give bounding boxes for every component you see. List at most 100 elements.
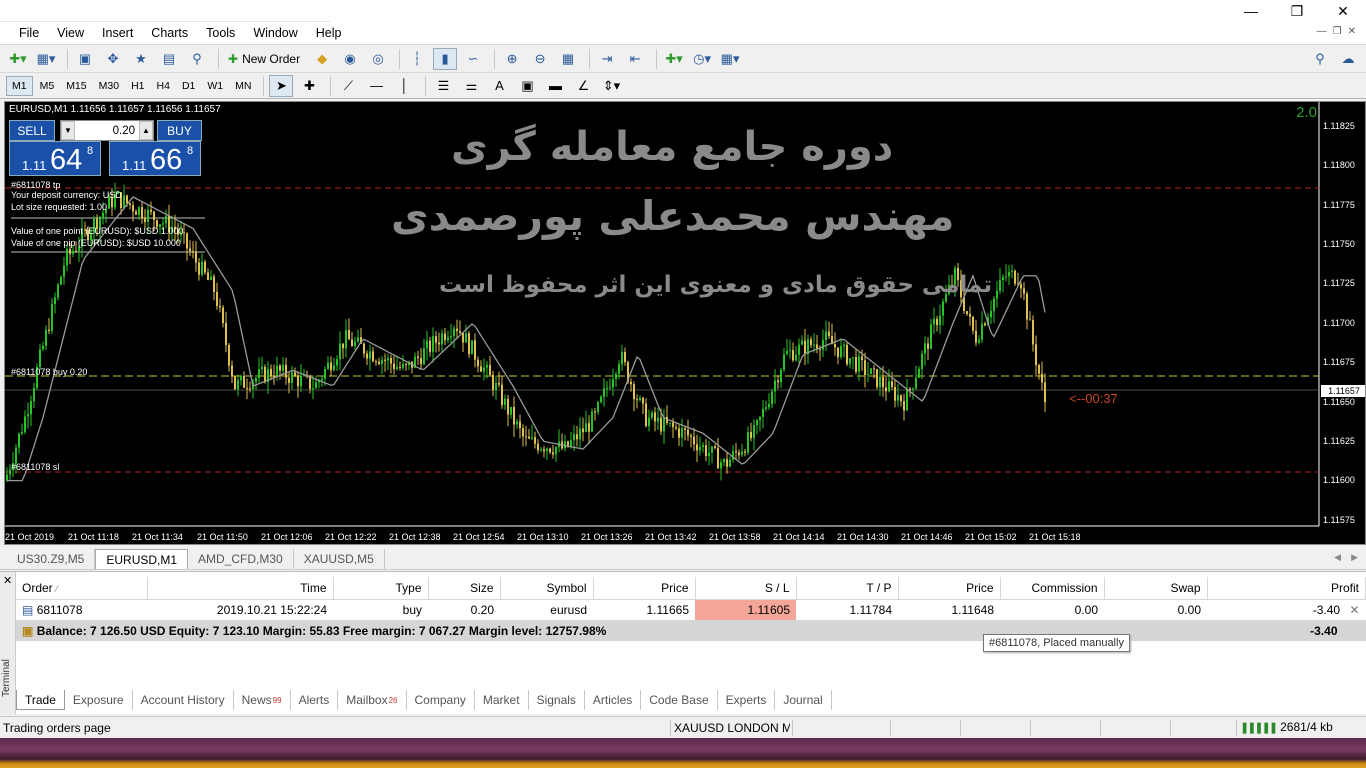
tab-market[interactable]: Market: [475, 690, 529, 710]
indicators-icon[interactable]: ✚▾: [662, 48, 686, 70]
scroll-left-icon[interactable]: ◀: [1334, 552, 1341, 563]
col-sl[interactable]: S / L: [695, 577, 797, 600]
fibonacci-icon[interactable]: ⚌: [459, 75, 483, 97]
tab-mailbox[interactable]: Mailbox 26: [338, 690, 407, 710]
menu-window[interactable]: Window: [244, 24, 306, 42]
sell-button[interactable]: SELL: [9, 120, 55, 141]
new-chart-icon[interactable]: ✚▾: [6, 48, 30, 70]
close-order-icon[interactable]: ✕: [1349, 603, 1359, 617]
cursor-icon[interactable]: ➤: [269, 74, 294, 97]
volume-up-icon[interactable]: ▲: [139, 121, 153, 140]
connection-status[interactable]: ❚❚❚❚❚ 2681/4 kb: [1240, 720, 1333, 734]
col-type[interactable]: Type: [333, 577, 429, 600]
bar-chart-icon[interactable]: ┆: [405, 48, 429, 70]
col-price[interactable]: Price: [593, 577, 696, 600]
timeframe-m30[interactable]: M30: [94, 76, 124, 96]
search-icon[interactable]: ⚲: [1308, 48, 1332, 70]
timeframe-d1[interactable]: D1: [177, 76, 200, 96]
col-commission[interactable]: Commission: [1000, 577, 1105, 600]
zoom-out-icon[interactable]: ⊖: [528, 48, 552, 70]
candlestick-icon[interactable]: ▮: [433, 47, 458, 70]
terminal-icon[interactable]: ▤: [157, 48, 181, 70]
tab-exposure[interactable]: Exposure: [65, 690, 133, 710]
col-size[interactable]: Size: [428, 577, 501, 600]
autotrading-icon[interactable]: ◉: [338, 48, 362, 70]
col-order[interactable]: Order ⁄: [16, 577, 148, 600]
data-window-icon[interactable]: ✥: [101, 48, 125, 70]
col-swap[interactable]: Swap: [1104, 577, 1208, 600]
timeframe-m15[interactable]: M15: [61, 76, 91, 96]
auto-scroll-icon[interactable]: ⇥: [595, 48, 619, 70]
menu-file[interactable]: File: [10, 24, 48, 42]
chart-shift-icon[interactable]: ⇤: [623, 48, 647, 70]
timeframe-h1[interactable]: H1: [126, 76, 149, 96]
mdi-close-icon[interactable]: ✕: [1348, 26, 1356, 37]
bid-price[interactable]: 1.11 64 8: [9, 141, 101, 176]
chart-tab-us30[interactable]: US30.Z9,M5: [7, 549, 96, 569]
crosshair-icon[interactable]: ✚: [297, 75, 321, 97]
timeframe-h4[interactable]: H4: [152, 76, 175, 96]
tab-articles[interactable]: Articles: [585, 690, 642, 710]
ask-price[interactable]: 1.11 66 8: [109, 141, 201, 176]
col-profit[interactable]: Profit: [1207, 577, 1366, 600]
trendline-icon[interactable]: ⟋: [336, 75, 360, 97]
tile-windows-icon[interactable]: ▦: [556, 48, 580, 70]
close-terminal-icon[interactable]: ✕: [3, 574, 12, 587]
col-symbol[interactable]: Symbol: [500, 577, 594, 600]
tab-news[interactable]: News 99: [234, 690, 291, 710]
tab-code-base[interactable]: Code Base: [641, 690, 718, 710]
tab-signals[interactable]: Signals: [529, 690, 585, 710]
meta-editor-icon[interactable]: ◆: [310, 48, 334, 70]
tp-cell[interactable]: 1.11784: [796, 599, 898, 620]
menu-view[interactable]: View: [48, 24, 93, 42]
tab-account-history[interactable]: Account History: [133, 690, 234, 710]
chart-tab-amd[interactable]: AMD_CFD,M30: [188, 549, 294, 569]
minimize-icon[interactable]: —: [1228, 0, 1274, 22]
tab-trade[interactable]: Trade: [16, 690, 65, 710]
vertical-line-icon[interactable]: │: [392, 75, 416, 97]
periods-icon[interactable]: ◷▾: [690, 48, 714, 70]
chat-icon[interactable]: ☁: [1336, 48, 1360, 70]
navigator-icon[interactable]: ★: [129, 48, 153, 70]
strategy-tester-icon[interactable]: ⚲: [185, 48, 209, 70]
timeframe-m5[interactable]: M5: [35, 76, 60, 96]
new-order-button[interactable]: ✚ New Order: [224, 48, 304, 70]
volume-dropdown-icon[interactable]: ▼: [61, 121, 75, 140]
menu-tools[interactable]: Tools: [197, 24, 244, 42]
text-icon[interactable]: A: [487, 75, 511, 97]
price-chart[interactable]: EURUSD,M1 1.11656 1.11657 1.11656 1.1165…: [4, 101, 1366, 545]
chart-tab-xauusd[interactable]: XAUUSD,M5: [294, 549, 385, 569]
tab-company[interactable]: Company: [407, 690, 475, 710]
restore-icon[interactable]: ❐: [1274, 0, 1320, 22]
menu-charts[interactable]: Charts: [142, 24, 197, 42]
mdi-restore-icon[interactable]: ❐: [1333, 26, 1342, 37]
tab-journal[interactable]: Journal: [775, 690, 832, 710]
market-watch-icon[interactable]: ▣: [73, 48, 97, 70]
templates-icon[interactable]: ▦▾: [718, 48, 742, 70]
scroll-right-icon[interactable]: ▶: [1351, 552, 1358, 563]
col-current-price[interactable]: Price: [898, 577, 1001, 600]
arrows-icon[interactable]: ⇕▾: [599, 75, 623, 97]
signals-icon[interactable]: ◎: [366, 48, 390, 70]
timeframe-mn[interactable]: MN: [230, 76, 256, 96]
text-label-icon[interactable]: ▣: [515, 75, 539, 97]
rectangle-icon[interactable]: ▬: [543, 75, 567, 97]
shapes-icon[interactable]: ∠: [571, 75, 595, 97]
chart-tab-eurusd[interactable]: EURUSD,M1: [95, 549, 189, 569]
channel-icon[interactable]: ☰: [431, 75, 455, 97]
zoom-in-icon[interactable]: ⊕: [500, 48, 524, 70]
volume-input[interactable]: ▼ 0.20 ▲: [60, 120, 154, 141]
line-chart-icon[interactable]: ∽: [461, 48, 485, 70]
close-icon[interactable]: ✕: [1320, 0, 1366, 22]
tab-alerts[interactable]: Alerts: [291, 690, 339, 710]
col-time[interactable]: Time: [147, 577, 334, 600]
buy-button[interactable]: BUY: [157, 120, 202, 141]
horizontal-line-icon[interactable]: —: [364, 75, 388, 97]
timeframe-m1[interactable]: M1: [6, 75, 33, 96]
menu-insert[interactable]: Insert: [93, 24, 142, 42]
sl-cell[interactable]: 1.11605: [695, 599, 796, 620]
menu-help[interactable]: Help: [307, 24, 351, 42]
tab-experts[interactable]: Experts: [718, 690, 776, 710]
mdi-minimize-icon[interactable]: —: [1317, 26, 1327, 37]
timeframe-w1[interactable]: W1: [202, 76, 228, 96]
